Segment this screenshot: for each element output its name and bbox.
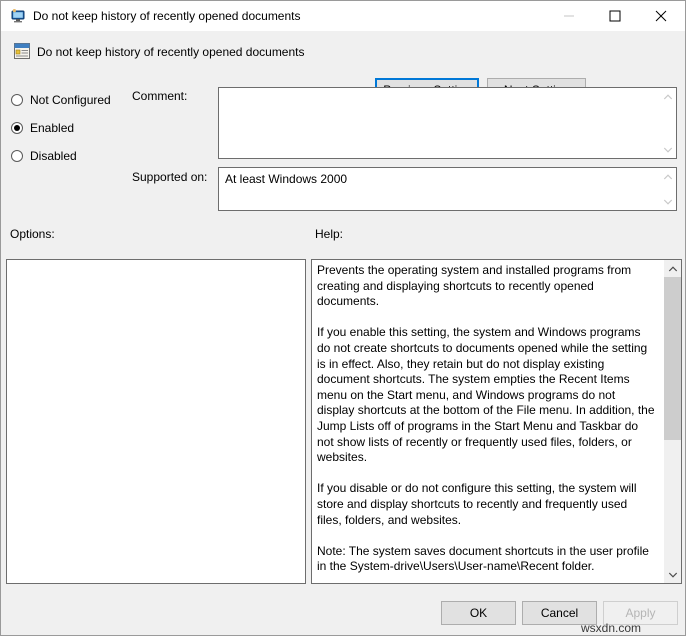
chevron-up-icon[interactable] [659, 168, 676, 185]
setting-header: Do not keep history of recently opened d… [1, 31, 685, 103]
chevron-down-icon[interactable] [659, 141, 676, 158]
radio-label-not-configured: Not Configured [30, 93, 111, 107]
help-panel: Prevents the operating system and instal… [311, 259, 682, 584]
close-icon[interactable] [638, 1, 684, 30]
help-text: Prevents the operating system and instal… [317, 263, 655, 574]
help-scrollbar[interactable] [663, 260, 681, 583]
supported-on-scrollbar[interactable] [658, 168, 676, 210]
options-panel[interactable] [6, 259, 306, 584]
minimize-icon[interactable] [546, 1, 592, 30]
options-label: Options: [10, 227, 55, 241]
supported-on-value: At least Windows 2000 [225, 172, 348, 186]
title-bar: Do not keep history of recently opened d… [1, 1, 685, 32]
computer-monitor-icon [10, 8, 26, 24]
chevron-down-icon[interactable] [664, 566, 681, 583]
chevron-up-icon[interactable] [659, 88, 676, 105]
watermark: wsxdn.com [581, 621, 642, 635]
chevron-up-icon[interactable] [664, 260, 681, 277]
supported-on-label: Supported on: [132, 170, 208, 184]
comment-scrollbar[interactable] [658, 88, 676, 158]
radio-circle-disabled [11, 150, 23, 162]
supported-on-field: At least Windows 2000 [218, 167, 677, 211]
help-scrollbar-thumb[interactable] [664, 277, 681, 440]
help-label: Help: [315, 227, 344, 241]
window-title: Do not keep history of recently opened d… [33, 9, 301, 23]
comment-input[interactable] [218, 87, 677, 159]
maximize-icon[interactable] [592, 1, 638, 30]
radio-label-disabled: Disabled [30, 149, 77, 163]
comment-label: Comment: [132, 89, 188, 103]
setting-title: Do not keep history of recently opened d… [37, 45, 305, 59]
radio-label-enabled: Enabled [30, 121, 75, 135]
policy-setting-dialog: Do not keep history of recently opened d… [0, 0, 686, 636]
policy-setting-icon [13, 42, 31, 60]
chevron-down-icon[interactable] [659, 193, 676, 210]
ok-button[interactable]: OK [441, 601, 516, 625]
radio-circle-not-configured [11, 94, 23, 106]
radio-circle-enabled [11, 122, 23, 134]
